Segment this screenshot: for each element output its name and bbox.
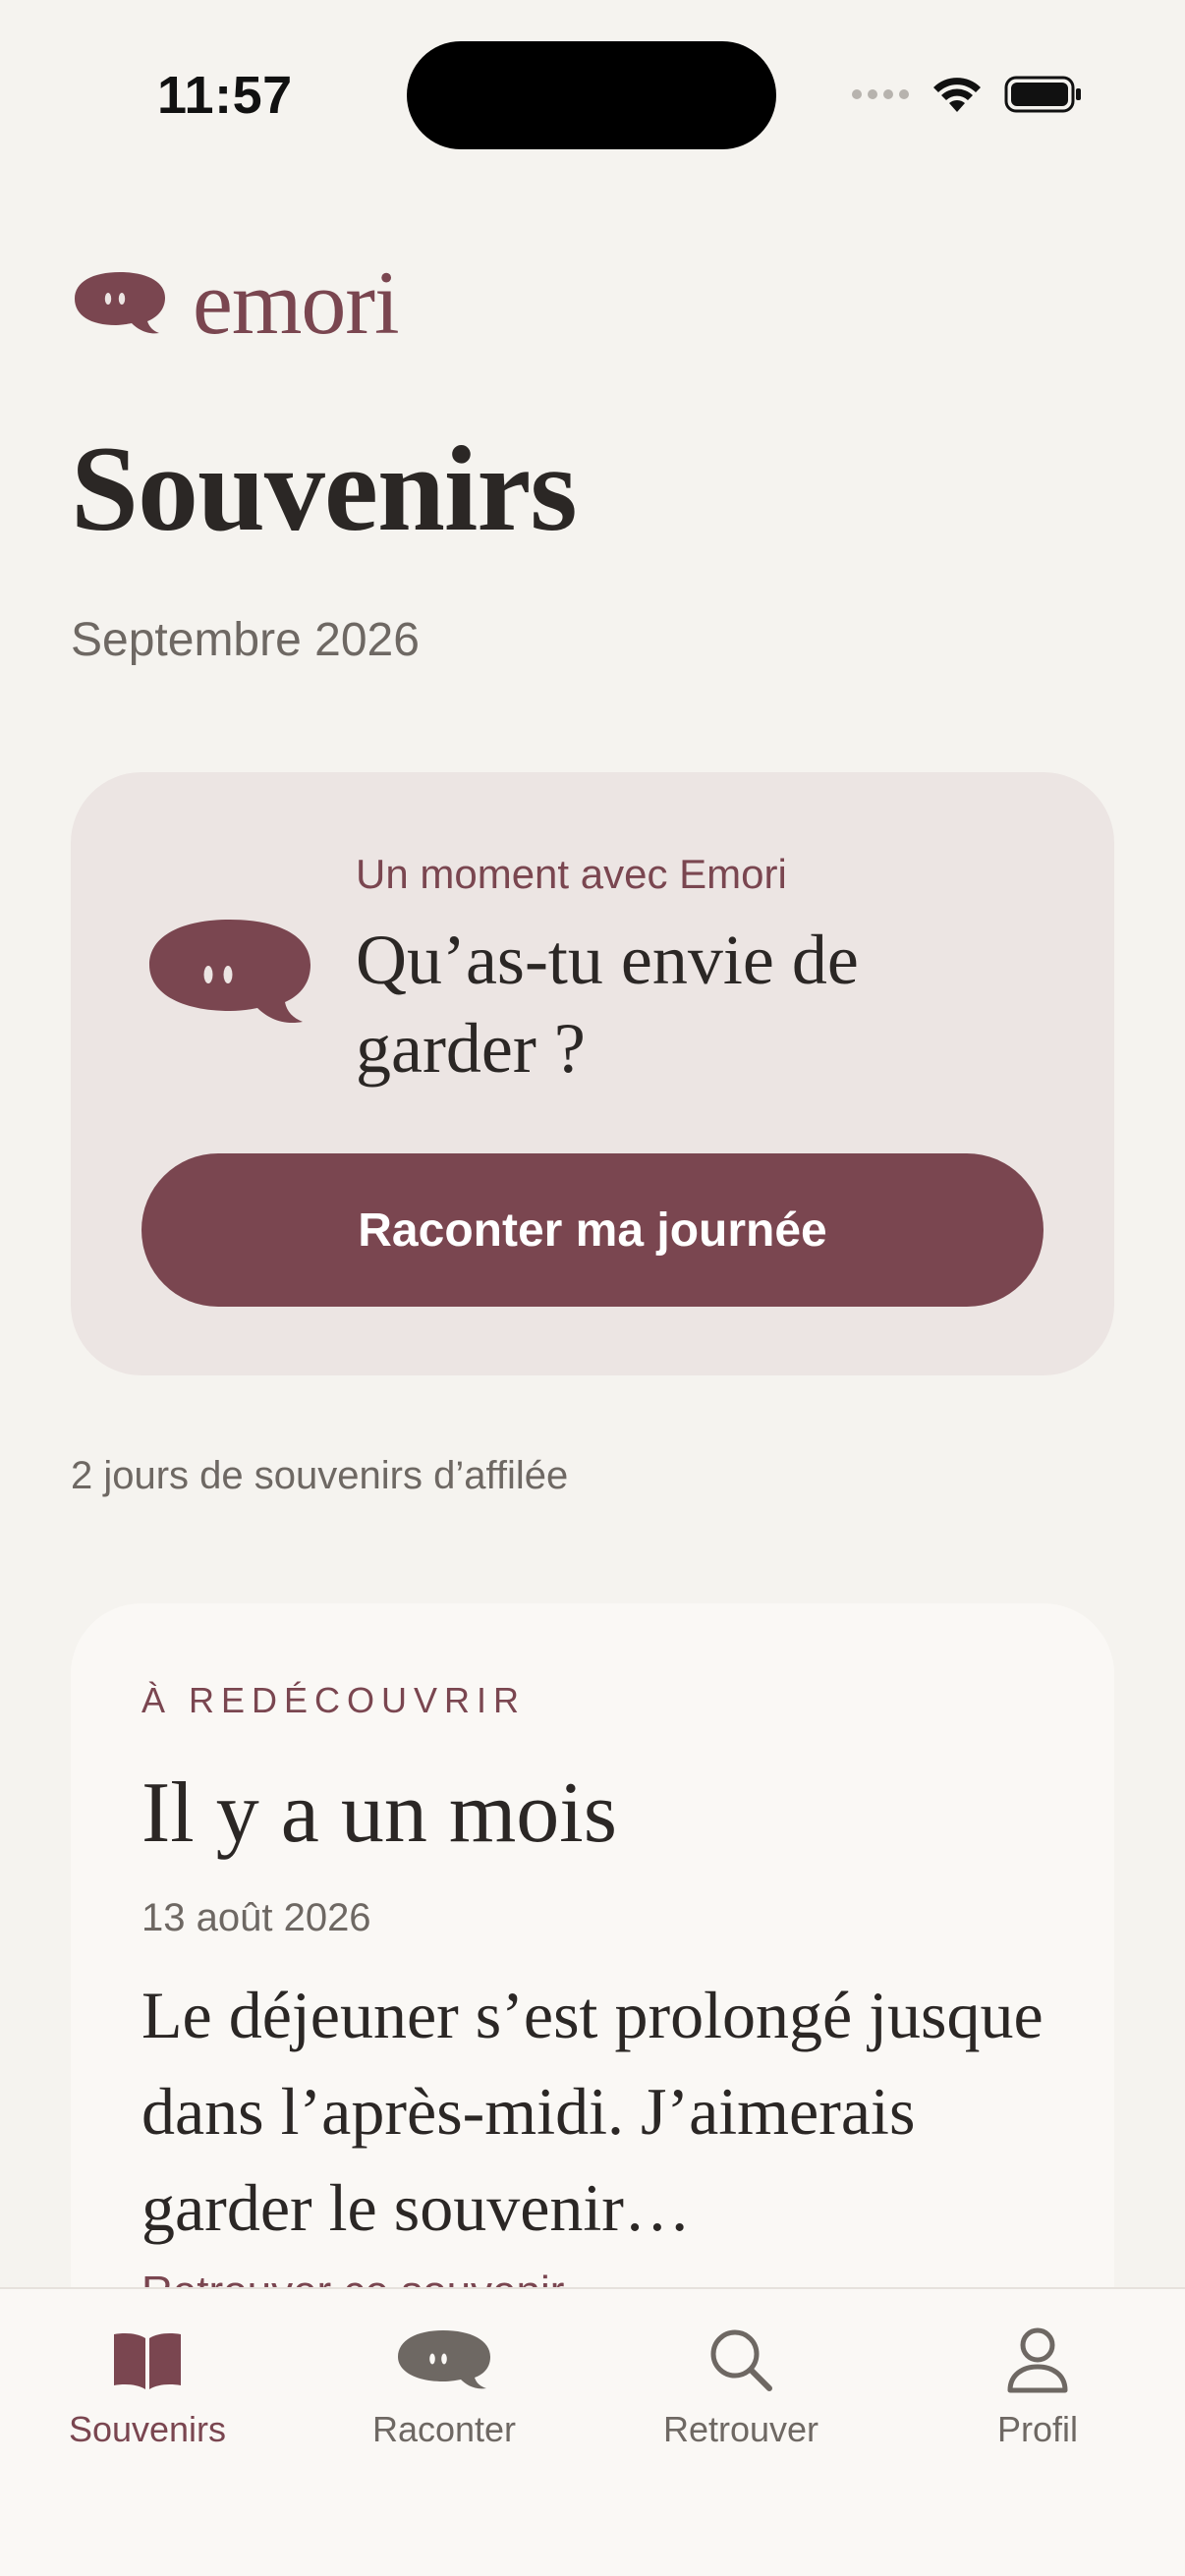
speech-bubble-face-icon (149, 920, 310, 1024)
cellular-signal-icon (852, 89, 909, 99)
status-icons (851, 75, 1083, 114)
battery-icon (1004, 76, 1081, 113)
streak-text: 2 jours de souvenirs d’affilée (71, 1454, 569, 1497)
tab-label: Retrouver (662, 2409, 819, 2449)
tab-label: Raconter (371, 2409, 517, 2449)
tab-label: Profil (996, 2409, 1079, 2449)
speech-bubble-icon (398, 2330, 490, 2389)
prompt-eyebrow: Un moment avec Emori (356, 851, 787, 897)
tab-raconter[interactable]: Raconter (297, 2289, 592, 2486)
prompt-question: Qu’as-tu envie de garder ? (356, 921, 859, 1088)
wifi-icon (933, 78, 981, 112)
prompt-card: Un moment avec Emori Qu’as-tu envie de g… (71, 772, 1114, 1375)
rediscover-eyebrow: À REDÉCOUVRIR (141, 1680, 527, 1720)
dynamic-island (407, 41, 776, 149)
tab-retrouver[interactable]: Retrouver (593, 2289, 888, 2486)
rediscover-title: Il y a un mois (141, 1765, 617, 1861)
status-bar: 11:57 (0, 0, 1185, 187)
tab-bar: Souvenirs Raconter Retrouver Profil (0, 2287, 1185, 2576)
page-title: Souvenirs (71, 421, 578, 556)
brand-name: emori (193, 252, 400, 353)
brand-header: emori (71, 252, 400, 353)
tell-my-day-button[interactable]: Raconter ma journée (141, 1153, 1044, 1307)
tab-souvenirs[interactable]: Souvenirs (0, 2289, 295, 2486)
tab-label: Souvenirs (68, 2409, 227, 2449)
speech-bubble-face-icon (75, 272, 165, 334)
search-icon (710, 2329, 772, 2391)
status-time: 11:57 (157, 66, 293, 125)
rediscover-excerpt: Le déjeuner s’est prolongé jusque dans l… (141, 1978, 1044, 2245)
book-icon (114, 2333, 181, 2389)
page-subtitle-month: Septembre 2026 (71, 614, 420, 666)
tab-profil[interactable]: Profil (890, 2289, 1185, 2486)
rediscover-date: 13 août 2026 (141, 1896, 371, 1939)
person-icon (1007, 2327, 1068, 2393)
